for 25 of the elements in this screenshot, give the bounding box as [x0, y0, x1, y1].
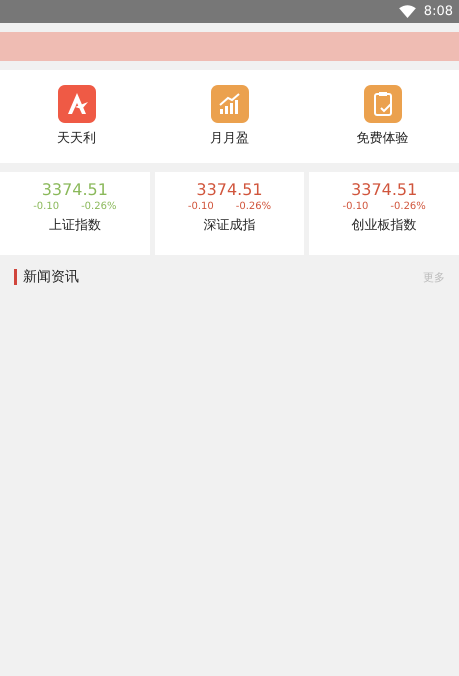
shortcut-label[interactable]: 天天利 — [57, 129, 96, 147]
index-change: -0.10 — [342, 201, 368, 212]
clipboard-icon[interactable] — [364, 85, 402, 123]
status-time: 8:08 — [424, 4, 453, 19]
index-percent: -0.26% — [390, 201, 426, 212]
shortcut-label[interactable]: 月月盈 — [210, 129, 249, 147]
index-percent: -0.26% — [236, 201, 272, 212]
index-name: 创业板指数 — [352, 217, 417, 234]
wifi-icon — [398, 5, 416, 18]
shortcut-label[interactable]: 免费体验 — [356, 129, 408, 147]
index-card[interactable]: 3374.51 -0.10 -0.26% 上证指数 — [0, 172, 150, 255]
bar-chart-icon[interactable] — [210, 85, 248, 123]
accent-bar — [14, 269, 17, 285]
index-percent: -0.26% — [81, 201, 116, 212]
index-change: -0.10 — [33, 201, 60, 212]
index-value: 3374.51 — [196, 180, 263, 199]
index-value: 3374.51 — [351, 180, 418, 199]
section-title: 新闻资讯 — [23, 268, 79, 286]
index-name: 上证指数 — [48, 217, 101, 234]
index-card[interactable]: 3374.51 -0.10 -0.26% 创业板指数 — [309, 172, 459, 255]
index-card[interactable]: 3374.51 -0.10 -0.26% 深证成指 — [154, 172, 304, 255]
index-value: 3374.51 — [42, 180, 108, 199]
index-name: 深证成指 — [204, 217, 256, 234]
letter-shape-icon[interactable] — [58, 85, 96, 123]
index-change: -0.10 — [188, 201, 214, 212]
